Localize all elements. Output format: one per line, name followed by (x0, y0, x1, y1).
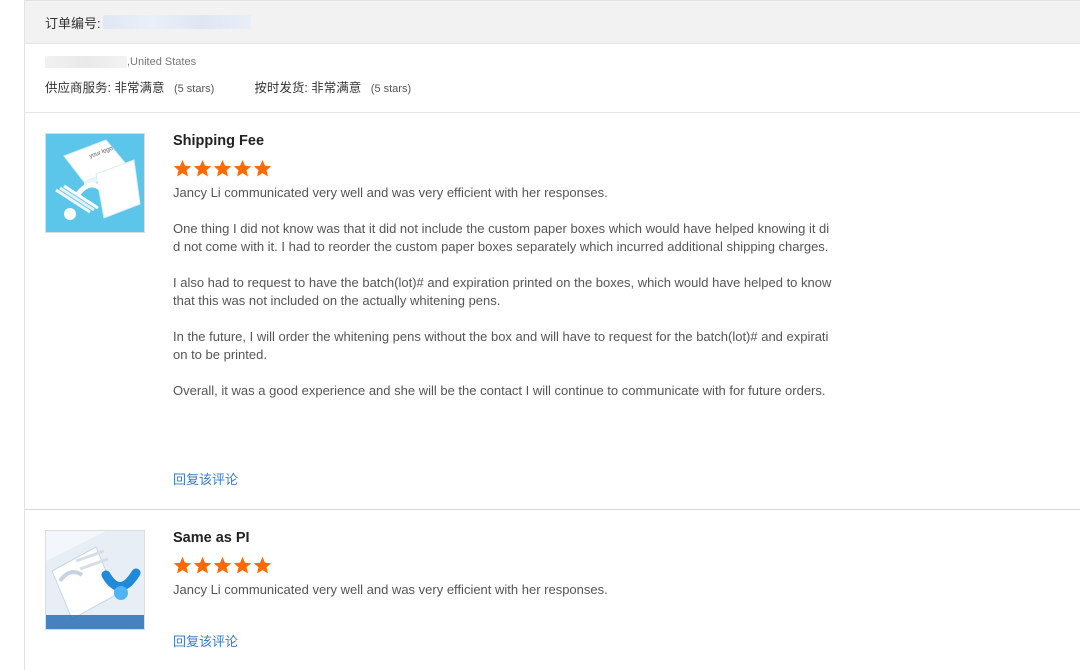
star-icon (193, 159, 212, 177)
reply-comment-link[interactable]: 回复该评论 (173, 469, 238, 488)
star-icon (253, 159, 272, 177)
product-thumbnail[interactable] (45, 530, 145, 630)
rating-value: 非常满意 (311, 81, 362, 95)
rating-label: 供应商服务: (45, 81, 111, 95)
review-content: Shipping Fee Jancy Li communicated very … (173, 131, 833, 487)
product-thumbnail[interactable]: your logo (45, 133, 145, 233)
review-title: Same as PI (173, 530, 250, 546)
rating-label: 按时发货: (254, 81, 308, 95)
star-icon (213, 556, 232, 574)
star-icon (173, 159, 192, 177)
rating-value: 非常满意 (114, 81, 165, 95)
buyer-location-line: ,United States (45, 54, 1080, 70)
order-number-label: 订单编号: (45, 15, 101, 31)
buyer-info: ,United States 供应商服务: 非常满意 (5 stars) 按时发… (25, 44, 1080, 113)
star-icon (193, 556, 212, 574)
rating-note: (5 stars) (370, 83, 412, 95)
review-panel: 订单编号: ,United States 供应商服务: 非常满意 (5 star… (24, 0, 1080, 670)
rating-note: (5 stars) (173, 83, 215, 95)
review-item: your logo Shipping Fee Jancy Li communic… (25, 113, 1080, 510)
reply-comment-link[interactable]: 回复该评论 (173, 631, 238, 650)
star-icon (173, 556, 192, 574)
product-image (46, 531, 144, 629)
review-content: Same as PI Jancy Li communicated very we… (173, 528, 833, 649)
order-header: 订单编号: (25, 1, 1080, 44)
star-icon (213, 159, 232, 177)
review-text: Jancy Li communicated very well and was … (173, 185, 832, 398)
buyer-name-redacted (45, 56, 127, 68)
buyer-location: ,United States (127, 56, 197, 68)
ratings-row: 供应商服务: 非常满意 (5 stars) 按时发货: 非常满意 (5 star… (45, 77, 1080, 96)
star-icon (233, 159, 252, 177)
star-rating (173, 159, 833, 179)
review-title: Shipping Fee (173, 133, 265, 149)
star-icon (253, 556, 272, 574)
star-rating (173, 556, 833, 576)
rating-on-time-delivery: 按时发货: 非常满意 (5 stars) (254, 77, 411, 96)
review-text: Jancy Li communicated very well and was … (173, 582, 608, 597)
product-image: your logo (46, 134, 144, 232)
order-number-redacted (102, 15, 251, 29)
review-item: Same as PI Jancy Li communicated very we… (25, 510, 1080, 670)
star-icon (233, 556, 252, 574)
rating-supplier-service: 供应商服务: 非常满意 (5 stars) (45, 77, 214, 96)
